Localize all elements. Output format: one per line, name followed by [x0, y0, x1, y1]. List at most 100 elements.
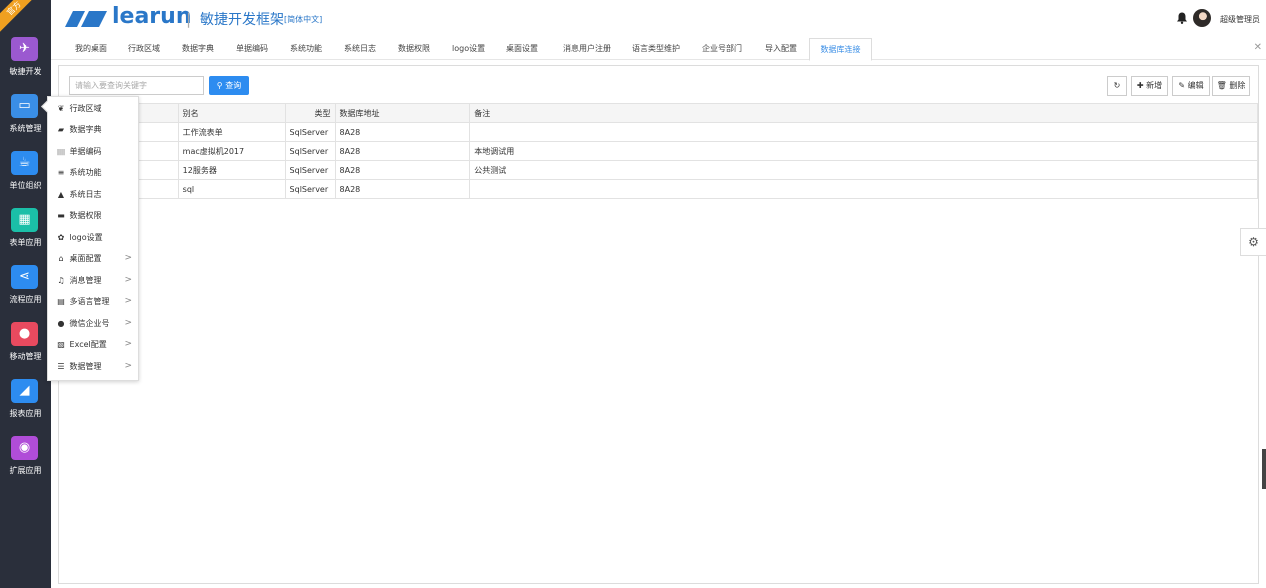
submenu-item-label: 消息管理: [69, 276, 102, 285]
table-row[interactable]: 12服务器 SqlServer 8A28 公共测试: [59, 160, 1258, 180]
tab-data-dictionary[interactable]: 数据字典: [178, 38, 218, 60]
table-header-db-address[interactable]: 数据库地址: [334, 103, 471, 123]
search-button[interactable]: ⚲ 查询: [209, 76, 249, 95]
edit-button-label: 编辑: [1187, 81, 1204, 90]
chevron-right-icon: >: [124, 253, 132, 263]
submenu-item-label: 数据字典: [69, 125, 102, 134]
table-cell-alias: mac虚拟机2017: [177, 141, 286, 161]
submenu-item-system-functions[interactable]: ≡ 系统功能: [48, 162, 138, 183]
submenu-item-data-permissions[interactable]: ▬ 数据权限: [48, 205, 138, 226]
bell-outline-icon: ♫: [57, 276, 65, 285]
table-cell-alias: sql: [177, 179, 286, 199]
table-header-remark[interactable]: 备注: [469, 103, 1258, 123]
trash-icon: 🗑: [1216, 81, 1227, 90]
submenu-item-data-management[interactable]: ☰ 数据管理 >: [48, 356, 138, 377]
table-header-type[interactable]: 类型: [284, 103, 336, 123]
database-connection-table: 别名 类型 数据库地址 备注 工作流表单 SqlServer 8A28 mac虚…: [59, 103, 1258, 199]
add-button-label: 新增: [1146, 81, 1163, 90]
sidebar-item-form-app[interactable]: ▦ 表单应用: [0, 208, 51, 258]
avatar[interactable]: [1193, 9, 1211, 27]
sidebar-item-workflow-app[interactable]: ⋖ 流程应用: [0, 265, 51, 315]
submenu-item-label: 桌面配置: [69, 254, 102, 263]
submenu-item-label: 数据权限: [69, 211, 102, 220]
table-header-alias[interactable]: 别名: [177, 103, 286, 123]
sidebar-item-label: 扩展应用: [9, 466, 42, 475]
refresh-button[interactable]: ↻: [1107, 76, 1127, 96]
globe-icon: ◉: [11, 436, 38, 460]
language-switch[interactable]: [简体中文]: [284, 14, 322, 25]
edit-button[interactable]: ✎ 编辑: [1172, 76, 1210, 96]
sidebar-item-agile-dev[interactable]: ✈ 敏捷开发: [0, 37, 51, 87]
add-button[interactable]: ✚ 新增: [1131, 76, 1168, 96]
sidebar-item-label: 流程应用: [9, 295, 42, 304]
tab-code-rules[interactable]: 单据编码: [232, 38, 272, 60]
submenu-item-multi-language[interactable]: ▤ 多语言管理 >: [48, 291, 138, 312]
barcode-icon: ||||: [56, 149, 66, 156]
table-cell-db-address: 8A28: [334, 141, 471, 161]
tab-language-type-maintenance[interactable]: 语言类型维护: [628, 38, 684, 60]
tab-import-config[interactable]: 导入配置: [761, 38, 801, 60]
table-cell-db-address: 8A28: [334, 179, 471, 199]
tab-system-log[interactable]: 系统日志: [340, 38, 380, 60]
top-header: learun | 敏捷开发框架 [简体中文] 超级管理员: [51, 0, 1266, 38]
table-row[interactable]: mac虚拟机2017 SqlServer 8A28 本地调试用: [59, 141, 1258, 161]
table-row[interactable]: sql SqlServer 8A28: [59, 179, 1258, 199]
sidebar-item-label: 报表应用: [9, 409, 42, 418]
username[interactable]: 超级管理员: [1220, 14, 1260, 25]
submenu-item-data-dictionary[interactable]: ▰ 数据字典: [48, 119, 138, 140]
tab-database-connection[interactable]: 数据库连接: [809, 38, 872, 61]
table-cell-db-address: 8A28: [334, 160, 471, 180]
table-cell-type: SqlServer: [284, 141, 336, 161]
chevron-right-icon: >: [124, 361, 132, 371]
table-cell-db-address: 8A28: [334, 122, 471, 142]
bell-icon[interactable]: [1176, 12, 1188, 24]
tab-bar: 我的桌面 行政区域 数据字典 单据编码 系统功能 系统日志 数据权限 logo设…: [51, 38, 1266, 61]
submenu-item-wechat-enterprise[interactable]: ● 微信企业号 >: [48, 313, 138, 334]
learun-logo-icon: [65, 11, 107, 27]
submenu-item-excel-config[interactable]: ▧ Excel配置 >: [48, 334, 138, 355]
table-header-row: 别名 类型 数据库地址 备注: [59, 103, 1258, 123]
sidebar-item-extension-app[interactable]: ◉ 扩展应用: [0, 436, 51, 486]
chevron-right-icon: >: [124, 275, 132, 285]
search-input[interactable]: [69, 76, 204, 95]
tab-admin-region[interactable]: 行政区域: [124, 38, 164, 60]
edge-scroll-handle[interactable]: [1262, 449, 1266, 489]
table-cell-alias: 12服务器: [177, 160, 286, 180]
tab-enterprise-department[interactable]: 企业号部门: [698, 38, 746, 60]
sidebar-item-mobile-management[interactable]: ● 移动管理: [0, 322, 51, 372]
submenu-item-system-log[interactable]: ▲ 系统日志: [48, 184, 138, 205]
table-icon: ▦: [11, 208, 38, 232]
tab-data-permissions[interactable]: 数据权限: [394, 38, 434, 60]
book-icon: ▰: [57, 125, 65, 134]
refresh-icon: ↻: [1113, 81, 1121, 90]
submenu-item-label: 单据编码: [69, 147, 102, 156]
submenu-item-admin-region[interactable]: ❦ 行政区域: [48, 98, 138, 119]
close-icon[interactable]: ✕: [1254, 42, 1262, 53]
settings-gear-icon[interactable]: ⚙: [1240, 228, 1266, 256]
tab-system-functions[interactable]: 系统功能: [286, 38, 326, 60]
coffee-cup-icon: ☕: [11, 151, 38, 175]
submenu-item-message-management[interactable]: ♫ 消息管理 >: [48, 270, 138, 291]
sidebar-item-report-app[interactable]: ◢ 报表应用: [0, 379, 51, 429]
sidebar-item-organization[interactable]: ☕ 单位组织: [0, 151, 51, 201]
tab-logo-settings[interactable]: logo设置: [448, 38, 489, 60]
table-row[interactable]: 工作流表单 SqlServer 8A28: [59, 122, 1258, 142]
submenu-item-label: Excel配置: [69, 340, 107, 349]
submenu-item-label: 数据管理: [69, 362, 102, 371]
sidebar-item-label: 移动管理: [9, 352, 42, 361]
table-cell-type: SqlServer: [284, 122, 336, 142]
chevron-right-icon: >: [124, 296, 132, 306]
sidebar-item-system-management[interactable]: ▭ 系统管理: [0, 94, 51, 144]
tab-my-desktop[interactable]: 我的桌面: [71, 38, 111, 60]
logo-text: learun: [112, 4, 192, 29]
chevron-right-icon: >: [124, 318, 132, 328]
delete-button[interactable]: 🗑 删除: [1212, 76, 1250, 96]
tab-message-user-registration[interactable]: 消息用户注册: [559, 38, 615, 60]
submenu-item-desktop-config[interactable]: ⌂ 桌面配置 >: [48, 248, 138, 269]
tab-desktop-settings[interactable]: 桌面设置: [502, 38, 542, 60]
submenu-item-label: 系统功能: [69, 168, 102, 177]
submenu-item-logo-settings[interactable]: ✿ logo设置: [48, 227, 138, 248]
submenu-item-code-rules[interactable]: |||| 单据编码: [48, 141, 138, 162]
table-cell-type: SqlServer: [284, 160, 336, 180]
leaf-icon: ❦: [57, 104, 65, 113]
